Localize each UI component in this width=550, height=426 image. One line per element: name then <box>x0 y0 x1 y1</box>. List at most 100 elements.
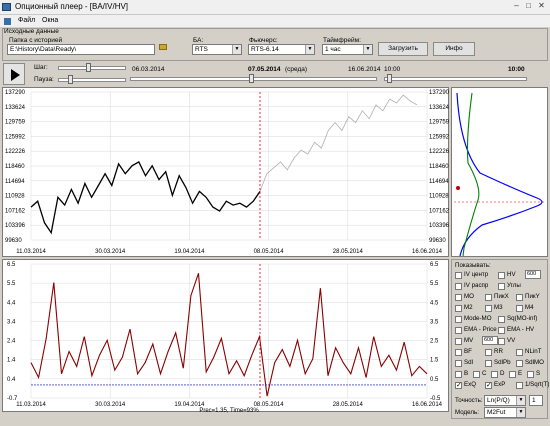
folder-label: Папка с историей <box>9 37 63 44</box>
title-bar: Опционный плеер - [BA/IV/HV] – □ ✕ <box>0 0 550 15</box>
current-date: 07.05.2014 <box>248 66 281 73</box>
indicator-chart[interactable]: 6.5 6.5 5.5 5.5 4.4 4.5 3.4 3.5 2.4 2.5 1.4 1.5 0.4 0… <box>2 259 449 414</box>
checkbox-vv[interactable] <box>498 338 505 345</box>
y-tick-left: 6.5 <box>7 262 16 268</box>
y-tick-right: 114694 <box>429 179 449 185</box>
checkbox-label: MO <box>464 293 474 300</box>
menu-file[interactable]: Файл <box>18 17 35 24</box>
y-tick-left: 99630 <box>5 238 22 244</box>
checkbox-b[interactable] <box>455 371 462 378</box>
y-tick-left: 1.4 <box>7 358 16 364</box>
y-tick-right: 5.5 <box>430 281 439 287</box>
load-button[interactable]: Загрузить <box>378 42 428 56</box>
checkbox-mv[interactable] <box>455 338 462 345</box>
info-button[interactable]: Инфо <box>433 42 475 56</box>
price-chart[interactable]: 137290 137290 133624 133624 129759 129759 1259… <box>2 87 450 257</box>
x-tick: 28.05.2014 <box>333 402 364 408</box>
y-tick-left: 110928 <box>5 194 25 200</box>
distribution-green-curve <box>462 92 480 257</box>
checkbox-iv-центр[interactable] <box>455 272 462 279</box>
y-tick-left: 133624 <box>5 105 26 111</box>
period-input[interactable]: 600 <box>525 270 541 279</box>
checkbox-s[interactable] <box>527 371 534 378</box>
checkbox-ema-price[interactable] <box>455 327 462 334</box>
model-select[interactable]: M2Fut ▼ <box>484 407 526 418</box>
checkbox-пикy[interactable] <box>516 294 523 301</box>
doc-icon <box>4 18 11 25</box>
checkbox-m4[interactable] <box>516 305 523 312</box>
x-tick: 08.05.2014 <box>254 249 285 255</box>
checkbox-label: EMA - HV <box>507 326 535 333</box>
checkbox-m3[interactable] <box>485 305 492 312</box>
checkbox-углы[interactable] <box>498 283 505 290</box>
y-tick-right: 4.5 <box>430 300 439 306</box>
accuracy-select[interactable]: Ln(P/Q) ▼ <box>484 395 526 406</box>
folder-open-icon[interactable] <box>159 44 167 50</box>
checkbox-label: ПикX <box>494 293 509 300</box>
step-slider[interactable] <box>58 66 126 70</box>
checkbox-sdlpb[interactable] <box>485 360 492 367</box>
checkbox-m2[interactable] <box>455 305 462 312</box>
y-tick-right: 103396 <box>429 223 450 229</box>
checkbox-iv-распр[interactable] <box>455 283 462 290</box>
time-slider[interactable] <box>384 77 527 81</box>
checkbox-sdlmo[interactable] <box>516 360 523 367</box>
x-tick: 28.05.2014 <box>333 249 364 255</box>
minimize-icon[interactable]: – <box>512 2 521 11</box>
price-series-history <box>30 160 261 235</box>
checkbox-e[interactable] <box>509 371 516 378</box>
checkbox-label: NLinT <box>525 348 542 355</box>
checkbox-d[interactable] <box>491 371 498 378</box>
checkbox-ema-hv[interactable] <box>498 327 505 334</box>
checkbox-label: HV <box>507 271 516 278</box>
timeframe-select[interactable]: 1 час ▼ <box>322 44 373 55</box>
checkbox-exp[interactable] <box>485 381 492 389</box>
time-slider-thumb[interactable] <box>387 74 392 83</box>
checkbox-hv[interactable] <box>498 272 505 279</box>
accuracy-number[interactable]: 1 <box>529 395 543 406</box>
price-series-future <box>259 94 418 192</box>
checkbox-rr[interactable] <box>485 349 492 356</box>
checkbox-label: EMA - Price <box>464 326 497 333</box>
play-button[interactable] <box>3 63 25 85</box>
checkbox-label: SdlMO <box>525 359 544 366</box>
y-tick-right: 1.5 <box>430 358 439 364</box>
status-text: Prec=1.35, Time=93% <box>199 408 259 413</box>
checkbox-label: Sdl <box>464 359 473 366</box>
y-tick-left: 122226 <box>5 149 26 155</box>
checkbox-label: Углы <box>507 282 521 289</box>
checkbox-пикx[interactable] <box>485 294 492 301</box>
checkbox-sq-mo-inf-[interactable] <box>498 316 505 323</box>
checkbox-sdl[interactable] <box>455 360 462 367</box>
y-tick-right: 2.5 <box>430 339 439 345</box>
period-input[interactable]: 600 <box>482 336 498 345</box>
folder-input[interactable]: E:\History\Data\Ready\ <box>7 44 155 55</box>
checkbox-1-sqrt-t-[interactable] <box>516 382 523 389</box>
date-slider-thumb[interactable] <box>249 74 254 83</box>
checkbox-label: ExQ <box>464 381 477 388</box>
checkbox-label: M4 <box>525 304 534 311</box>
y-tick-right: 3.5 <box>430 319 439 325</box>
checkbox-mode-mo[interactable] <box>455 316 462 323</box>
timeframe-label: Таймфрейм: <box>323 37 361 44</box>
x-tick: 16.06.2014 <box>412 402 443 408</box>
ba-select[interactable]: RTS ▼ <box>192 44 242 55</box>
checkbox-mo[interactable] <box>455 294 462 301</box>
checkbox-label: BF <box>464 348 472 355</box>
checkbox-exq[interactable] <box>455 381 462 389</box>
futures-select[interactable]: RTS-6.14 ▼ <box>248 44 315 55</box>
indicator-series <box>30 273 428 397</box>
checkbox-bf[interactable] <box>455 349 462 356</box>
y-tick-left: 118460 <box>5 164 25 170</box>
checkbox-label: E <box>518 370 523 377</box>
menu-windows[interactable]: Окна <box>42 17 58 24</box>
step-slider-thumb[interactable] <box>86 63 91 72</box>
y-tick-left: 114694 <box>5 179 25 185</box>
checkbox-nlint[interactable] <box>516 349 523 356</box>
x-tick: 16.06.2014 <box>412 249 443 255</box>
pause-slider-thumb[interactable] <box>68 75 73 84</box>
checkbox-c[interactable] <box>473 371 480 378</box>
maximize-icon[interactable]: □ <box>524 2 533 11</box>
close-icon[interactable]: ✕ <box>537 2 546 11</box>
y-tick-right: 133624 <box>429 105 450 111</box>
